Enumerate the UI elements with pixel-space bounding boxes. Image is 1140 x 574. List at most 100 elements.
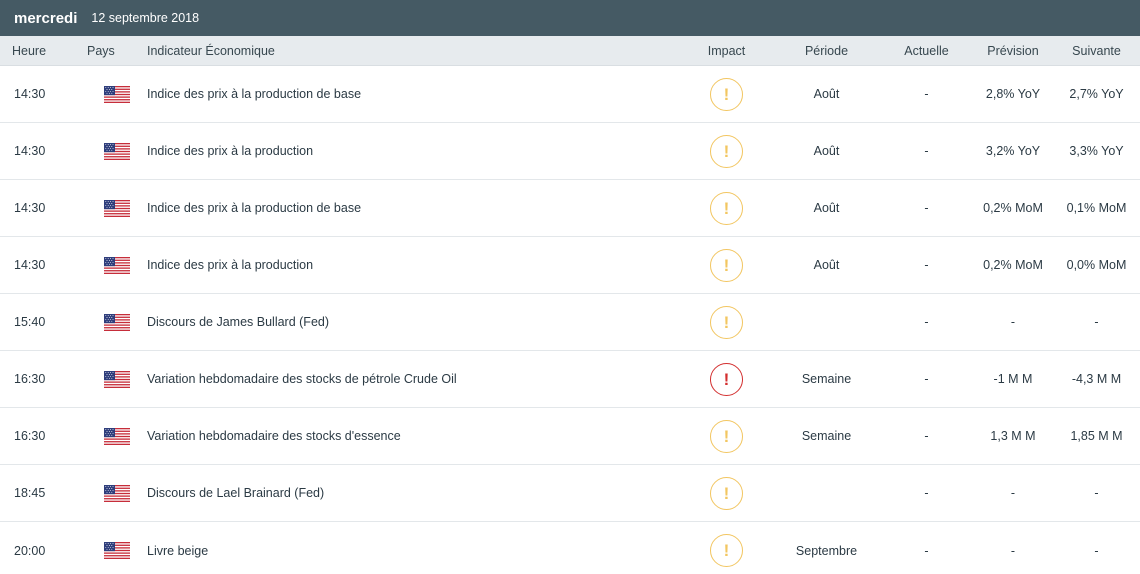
col-header-time: Heure xyxy=(12,43,47,58)
impact-cell: ! xyxy=(680,248,773,282)
indicator-name: Indice des prix à la production xyxy=(147,144,314,158)
country-cell xyxy=(87,427,147,445)
col-header-period: Période xyxy=(804,43,849,58)
table-row[interactable]: 14:30 xyxy=(0,123,1140,180)
actual-value: - xyxy=(924,486,929,500)
table-row[interactable]: 16:30 Variation hebdomadaire des stocks … xyxy=(0,408,1140,465)
country-cell xyxy=(87,484,147,502)
indicator-name: Variation hebdomadaire des stocks d'esse… xyxy=(147,429,401,443)
actual-value: - xyxy=(924,315,929,329)
impact-glyph: ! xyxy=(723,541,730,560)
next-value: 0,1% MoM xyxy=(1066,201,1127,215)
impact-alert-icon: ! xyxy=(710,77,743,111)
date-label: 12 septembre 2018 xyxy=(91,11,200,25)
date-header-bar: mercredi 12 septembre 2018 xyxy=(0,0,1140,36)
impact-alert-icon: ! xyxy=(710,534,743,567)
forecast-value: 0,2% MoM xyxy=(983,201,1043,215)
col-header-next: Suivante xyxy=(1072,43,1121,58)
indicator-name: Indice des prix à la production de base xyxy=(147,87,362,101)
events-table-body: 14:30 Indice des prix à la production de… xyxy=(0,66,1140,574)
us-flag-icon xyxy=(104,199,130,217)
col-header-impact: Impact xyxy=(707,43,746,58)
forecast-value: 2,8% YoY xyxy=(985,87,1041,101)
country-cell xyxy=(87,85,147,103)
actual-value: - xyxy=(924,87,929,101)
event-time: 18:45 xyxy=(14,486,46,500)
impact-alert-icon: ! xyxy=(710,419,743,453)
impact-glyph: ! xyxy=(723,141,730,161)
forecast-value: -1 M M xyxy=(993,372,1033,386)
table-row[interactable]: 14:30 xyxy=(0,180,1140,237)
table-row[interactable]: 14:30 xyxy=(0,237,1140,294)
table-row[interactable]: 15:40 Discours de James Bullard (Fed) ! … xyxy=(0,294,1140,351)
impact-cell: ! xyxy=(680,362,773,396)
us-flag-icon xyxy=(104,256,130,274)
impact-cell: ! xyxy=(680,191,773,225)
col-header-actual: Actuelle xyxy=(904,43,949,58)
period-value: Septembre xyxy=(795,543,858,558)
table-row[interactable]: 18:45 Discours de Lael Brainard (Fed) ! … xyxy=(0,465,1140,522)
forecast-value: 0,2% MoM xyxy=(983,258,1043,272)
next-value: 2,7% YoY xyxy=(1069,87,1124,101)
next-value: - xyxy=(1094,543,1099,558)
event-time: 14:30 xyxy=(14,144,46,158)
next-value: - xyxy=(1094,486,1099,500)
indicator-name: Livre beige xyxy=(147,543,209,558)
forecast-value: - xyxy=(1010,543,1016,558)
impact-cell: ! xyxy=(680,305,773,339)
us-flag-icon xyxy=(104,313,130,331)
impact-cell: ! xyxy=(680,77,773,111)
table-row[interactable]: 16:30 Variation hebdomadaire des stocks … xyxy=(0,351,1140,408)
impact-alert-icon: ! xyxy=(710,191,743,225)
actual-value: - xyxy=(924,258,929,272)
col-header-indicator: Indicateur Économique xyxy=(147,43,275,58)
impact-glyph: ! xyxy=(723,426,730,446)
indicator-name: Indice des prix à la production xyxy=(147,258,314,272)
us-flag-icon xyxy=(104,484,130,502)
impact-alert-icon: ! xyxy=(710,248,743,282)
impact-alert-icon: ! xyxy=(710,305,743,339)
event-time: 15:40 xyxy=(14,315,46,329)
forecast-value: - xyxy=(1010,315,1016,329)
impact-alert-icon: ! xyxy=(710,362,743,396)
us-flag-icon xyxy=(104,142,130,160)
actual-value: - xyxy=(924,372,929,386)
indicator-name: Indice des prix à la production de base xyxy=(147,201,362,215)
country-cell xyxy=(87,142,147,160)
actual-value: - xyxy=(924,201,929,215)
event-time: 16:30 xyxy=(14,429,46,443)
period-value: Août xyxy=(813,201,840,215)
country-cell xyxy=(87,256,147,274)
next-value: 0,0% MoM xyxy=(1066,258,1127,272)
table-header: Heure Pays Indicateur Économique Impact … xyxy=(0,36,1140,66)
table-row[interactable]: 20:00 Livre beige ! Septembre - - - xyxy=(0,522,1140,574)
period-value: Semaine xyxy=(801,372,852,386)
impact-cell: ! xyxy=(680,534,773,567)
table-row[interactable]: 14:30 xyxy=(0,66,1140,123)
event-time: 20:00 xyxy=(14,543,46,558)
forecast-value: 1,3 M M xyxy=(990,429,1036,443)
impact-cell: ! xyxy=(680,134,773,168)
us-flag-icon xyxy=(104,542,130,559)
next-value: - xyxy=(1094,315,1099,329)
period-value: Août xyxy=(813,258,840,272)
impact-glyph: ! xyxy=(723,483,730,503)
col-header-country: Pays xyxy=(87,43,115,58)
impact-glyph: ! xyxy=(723,84,730,104)
next-value: -4,3 M M xyxy=(1071,372,1122,386)
us-flag-icon xyxy=(104,427,130,445)
indicator-name: Variation hebdomadaire des stocks de pét… xyxy=(147,372,457,386)
day-label: mercredi xyxy=(14,9,78,27)
impact-alert-icon: ! xyxy=(710,134,743,168)
impact-glyph: ! xyxy=(723,369,730,389)
forecast-value: 3,2% YoY xyxy=(985,144,1041,158)
indicator-name: Discours de Lael Brainard (Fed) xyxy=(147,486,325,500)
impact-cell: ! xyxy=(680,476,773,510)
period-value: Août xyxy=(813,87,840,101)
country-cell xyxy=(87,370,147,388)
period-value: Août xyxy=(813,144,840,158)
indicator-name: Discours de James Bullard (Fed) xyxy=(147,315,330,329)
actual-value: - xyxy=(924,144,929,158)
actual-value: - xyxy=(924,429,929,443)
us-flag-icon xyxy=(104,85,130,103)
